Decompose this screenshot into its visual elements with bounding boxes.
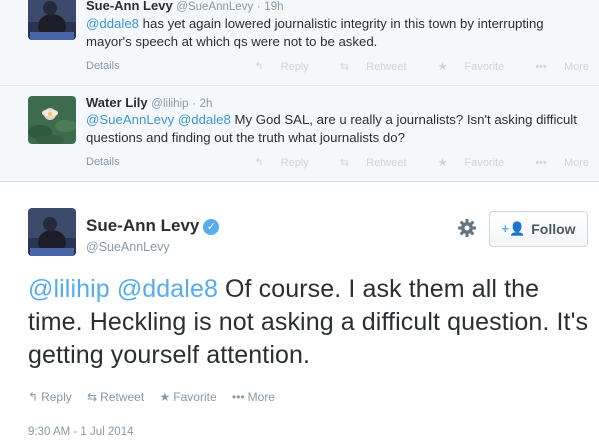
- reply-label: Reply: [280, 157, 309, 169]
- star-icon: ★: [437, 61, 448, 73]
- ellipsis-icon: •••: [535, 61, 547, 73]
- avatar[interactable]: [28, 208, 76, 256]
- mention-link[interactable]: @lilihip: [28, 275, 110, 303]
- favorite-label: Favorite: [464, 61, 505, 73]
- user-handle[interactable]: @lilihip: [151, 98, 188, 110]
- retweet-icon: ⇆: [87, 390, 98, 404]
- tweet-text: @lilihip @ddale8 Of course. I ask them a…: [28, 273, 593, 372]
- context-tweet-2[interactable]: Water Lily @lilihip · 2h @SueAnnLevy @dd…: [0, 86, 599, 182]
- tweet-footer: Details ↰ Reply ⇆ Retweet ★ Favorite •••…: [86, 60, 589, 73]
- reply-label: Reply: [41, 390, 72, 404]
- follow-button[interactable]: +👤 Follow: [489, 211, 588, 247]
- more-button[interactable]: ••• More: [521, 157, 589, 169]
- more-label: More: [247, 390, 275, 404]
- retweet-label: Retweet: [100, 390, 145, 404]
- user-name[interactable]: Water Lily: [86, 95, 148, 110]
- reply-button[interactable]: ↰ Reply: [240, 157, 308, 169]
- tweet-header: Water Lily @lilihip · 2h: [86, 95, 213, 110]
- star-icon: ★: [159, 390, 171, 404]
- ellipsis-icon: •••: [535, 157, 547, 169]
- star-icon: ★: [437, 157, 448, 169]
- retweet-label: Retweet: [366, 157, 407, 169]
- favorite-button[interactable]: ★ Favorite: [424, 61, 505, 73]
- more-label: More: [563, 61, 589, 73]
- avatar[interactable]: [28, 0, 76, 40]
- details-link[interactable]: Details: [86, 156, 120, 168]
- favorite-label: Favorite: [173, 390, 217, 404]
- details-link[interactable]: Details: [86, 60, 120, 72]
- add-user-icon: +👤: [501, 221, 526, 236]
- retweet-label: Retweet: [366, 61, 407, 73]
- user-name[interactable]: Sue-Ann Levy: [86, 0, 173, 13]
- avatar[interactable]: [28, 96, 76, 144]
- tweet-text: @SueAnnLevy @ddale8 My God SAL, are u re…: [86, 111, 586, 146]
- tweet-body: has yet again lowered journalistic integ…: [86, 16, 544, 49]
- reply-button[interactable]: ↰ Reply: [28, 390, 72, 404]
- gear-icon[interactable]: [456, 217, 478, 239]
- retweet-icon: ⇆: [339, 157, 350, 169]
- tweet-body: Of course. I ask them all the time. Heck…: [28, 275, 589, 369]
- retweet-button[interactable]: ⇆ Retweet: [326, 61, 407, 73]
- favorite-label: Favorite: [464, 157, 505, 169]
- reply-button[interactable]: ↰ Reply: [240, 61, 308, 73]
- tweet-time[interactable]: 19h: [264, 1, 283, 13]
- tweet-text: @ddale8 has yet again lowered journalist…: [86, 15, 586, 50]
- user-handle[interactable]: @SueAnnLevy: [176, 1, 253, 13]
- reply-icon: ↰: [254, 157, 264, 169]
- tweet-time[interactable]: 2h: [200, 98, 213, 110]
- retweet-button[interactable]: ⇆ Retweet: [326, 157, 407, 169]
- more-button[interactable]: ••• More: [521, 61, 589, 73]
- favorite-button[interactable]: ★ Favorite: [160, 390, 217, 404]
- tweet-footer: Details ↰ Reply ⇆ Retweet ★ Favorite •••…: [86, 156, 589, 169]
- tweet-timestamp[interactable]: 9:30 AM - 1 Jul 2014: [28, 426, 133, 438]
- user-name-text: Sue-Ann Levy: [86, 216, 200, 235]
- verified-badge-icon: ✓: [203, 219, 220, 235]
- tweet-header: Sue-Ann Levy @SueAnnLevy · 19h: [86, 0, 284, 13]
- retweet-icon: ⇆: [339, 61, 350, 73]
- favorite-button[interactable]: ★ Favorite: [424, 157, 505, 169]
- reply-icon: ↰: [254, 61, 264, 73]
- mention-link[interactable]: @ddale8: [178, 112, 231, 127]
- mention-link[interactable]: @ddale8: [117, 275, 218, 303]
- more-label: More: [563, 157, 589, 169]
- retweet-button[interactable]: ⇆ Retweet: [87, 390, 144, 404]
- follow-label: Follow: [531, 221, 576, 237]
- context-tweet-1[interactable]: Sue-Ann Levy @SueAnnLevy · 19h @ddale8 h…: [0, 0, 599, 86]
- more-button[interactable]: ••• More: [232, 390, 275, 404]
- reply-label: Reply: [280, 61, 309, 73]
- user-name[interactable]: Sue-Ann Levy ✓: [86, 216, 220, 236]
- mention-link[interactable]: @ddale8: [86, 16, 139, 31]
- tweet-actions: ↰ Reply ⇆ Retweet ★ Favorite ••• More: [28, 390, 287, 404]
- ellipsis-icon: •••: [232, 390, 245, 404]
- reply-icon: ↰: [28, 390, 39, 404]
- mention-link[interactable]: @SueAnnLevy: [86, 112, 174, 127]
- tweet-actions: ↰ Reply ⇆ Retweet ★ Favorite ••• More: [226, 60, 589, 73]
- user-handle[interactable]: @SueAnnLevy: [86, 240, 170, 254]
- tweet-actions: ↰ Reply ⇆ Retweet ★ Favorite ••• More: [226, 156, 589, 169]
